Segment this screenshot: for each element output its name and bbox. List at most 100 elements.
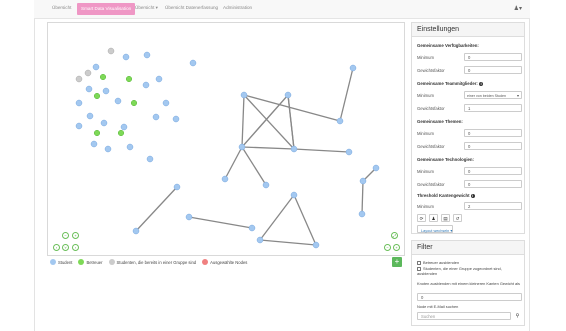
student-node[interactable] bbox=[312, 241, 320, 249]
graph-edge bbox=[243, 94, 341, 122]
nav-item-smart-data[interactable]: Smart Data Visualisation bbox=[77, 3, 136, 15]
student-node[interactable] bbox=[155, 75, 163, 83]
student-node[interactable] bbox=[120, 123, 128, 131]
student-node[interactable] bbox=[349, 64, 357, 72]
fit-view-icon[interactable]: ⤢ bbox=[391, 232, 398, 239]
student-node[interactable] bbox=[290, 191, 298, 199]
topics-weight-input[interactable]: 0 bbox=[464, 142, 522, 150]
student-node[interactable] bbox=[75, 122, 83, 130]
student-node[interactable] bbox=[358, 210, 366, 218]
hide-betreuer-checkbox[interactable]: Betreuer ausblenden bbox=[417, 260, 521, 265]
student-node[interactable] bbox=[143, 51, 151, 59]
student-node[interactable] bbox=[114, 97, 122, 105]
student-node[interactable] bbox=[185, 213, 193, 221]
student-node[interactable] bbox=[336, 117, 344, 125]
zoom-out-icon[interactable]: − bbox=[62, 232, 69, 239]
zoom-in-icon[interactable]: + bbox=[72, 232, 79, 239]
add-node-button[interactable]: + bbox=[392, 257, 402, 267]
student-node[interactable] bbox=[126, 143, 134, 151]
student-node[interactable] bbox=[102, 87, 110, 95]
email-search-input[interactable]: Suchen bbox=[417, 312, 511, 320]
student-node[interactable] bbox=[132, 227, 140, 235]
student-node[interactable] bbox=[172, 115, 180, 123]
nav-right-icon[interactable]: › bbox=[72, 244, 79, 251]
hide-grouped-checkbox[interactable]: Studenten, die einer Gruppe zugeordnet s… bbox=[417, 266, 521, 276]
nav-item-data-capture[interactable]: Übersicht Datenerfassung bbox=[165, 5, 218, 10]
availability-min-input[interactable]: 0 bbox=[464, 53, 522, 61]
tech-min-input[interactable]: 0 bbox=[464, 167, 522, 175]
filter-panel: Filter Betreuer ausblenden Studenten, di… bbox=[411, 240, 525, 326]
tech-weight-input[interactable]: 0 bbox=[464, 180, 522, 188]
student-node[interactable] bbox=[104, 145, 112, 153]
graph-canvas[interactable]: − + ‹ ˅ › ⤢ − + bbox=[47, 22, 405, 256]
student-node[interactable] bbox=[238, 143, 246, 151]
info-icon: i bbox=[470, 193, 476, 199]
student-node[interactable] bbox=[359, 177, 367, 185]
student-node[interactable] bbox=[262, 181, 270, 189]
email-search-label: Node mit E-Mail suchen bbox=[417, 304, 459, 309]
grouped-student-node[interactable] bbox=[84, 69, 92, 77]
student-node[interactable] bbox=[100, 119, 108, 127]
student-node[interactable] bbox=[173, 183, 181, 191]
student-node[interactable] bbox=[122, 53, 130, 61]
student-node[interactable] bbox=[90, 140, 98, 148]
student-node[interactable] bbox=[162, 99, 170, 107]
student-node[interactable] bbox=[240, 91, 248, 99]
topics-min-input[interactable]: 0 bbox=[464, 129, 522, 137]
user-icon[interactable]: ♟ bbox=[429, 214, 438, 222]
layout-switch-button[interactable]: Layout wechseln ▾ bbox=[417, 225, 453, 233]
team-weight-label: Gewichtsfaktor bbox=[417, 106, 445, 111]
settings-title: Einstellungen bbox=[412, 23, 524, 37]
nav-item-overview[interactable]: Übersicht bbox=[52, 5, 71, 10]
refresh-icon[interactable]: ⟳ bbox=[417, 214, 426, 222]
betreuer-node[interactable] bbox=[117, 129, 125, 137]
student-node[interactable] bbox=[372, 164, 380, 172]
betreuer-node[interactable] bbox=[130, 99, 138, 107]
student-node[interactable] bbox=[189, 59, 197, 67]
team-weight-input[interactable]: 1 bbox=[464, 104, 522, 112]
student-node[interactable] bbox=[142, 81, 150, 89]
tech-weight-label: Gewichtsfaktor bbox=[417, 182, 445, 187]
betreuer-node[interactable] bbox=[93, 129, 101, 137]
student-node[interactable] bbox=[92, 63, 100, 71]
edge-weight-input[interactable]: 0 bbox=[417, 293, 522, 301]
zoom-plus-icon[interactable]: + bbox=[393, 244, 400, 251]
team-min-label: Minimum bbox=[417, 93, 434, 98]
betreuer-node[interactable] bbox=[99, 73, 107, 81]
student-node[interactable] bbox=[152, 113, 160, 121]
student-node[interactable] bbox=[256, 236, 264, 244]
grouped-student-node[interactable] bbox=[75, 75, 83, 83]
undo-icon[interactable]: ↺ bbox=[453, 214, 462, 222]
betreuer-node[interactable] bbox=[93, 92, 101, 100]
graph-edge bbox=[241, 146, 295, 150]
nav-item-administration[interactable]: Administration bbox=[223, 5, 252, 10]
graph-edge bbox=[241, 94, 245, 148]
graph-svg[interactable] bbox=[48, 23, 406, 257]
nav-item-overview-dropdown[interactable]: Übersicht ▾ bbox=[135, 5, 158, 11]
student-node[interactable] bbox=[146, 155, 154, 163]
betreuer-node[interactable] bbox=[125, 75, 133, 83]
nav-down-icon[interactable]: ˅ bbox=[62, 244, 69, 251]
search-icon[interactable]: ⚲ bbox=[513, 312, 522, 320]
student-node[interactable] bbox=[284, 91, 292, 99]
student-node[interactable] bbox=[86, 112, 94, 120]
nav-left-icon[interactable]: ‹ bbox=[53, 244, 60, 251]
user-menu-icon[interactable]: ♟▾ bbox=[514, 5, 522, 12]
grouped-student-node[interactable] bbox=[107, 47, 115, 55]
zoom-minus-icon[interactable]: − bbox=[384, 244, 391, 251]
graph-edge bbox=[293, 194, 317, 246]
section-team-members: Gemeinsame Teammitglieder: i bbox=[417, 81, 484, 87]
availability-weight-input[interactable]: 0 bbox=[464, 66, 522, 74]
threshold-min-input[interactable]: 2 bbox=[464, 202, 522, 210]
student-node[interactable] bbox=[221, 175, 229, 183]
student-node[interactable] bbox=[248, 224, 256, 232]
team-min-select[interactable]: einer von beiden Studen ▾ bbox=[464, 91, 522, 99]
student-node[interactable] bbox=[85, 85, 93, 93]
student-node[interactable] bbox=[75, 99, 83, 107]
graph-edge bbox=[241, 94, 289, 148]
graph-edge bbox=[241, 146, 267, 186]
student-node[interactable] bbox=[290, 145, 298, 153]
graph-edge bbox=[293, 148, 350, 153]
print-icon[interactable]: ▤ bbox=[441, 214, 450, 222]
student-node[interactable] bbox=[345, 148, 353, 156]
